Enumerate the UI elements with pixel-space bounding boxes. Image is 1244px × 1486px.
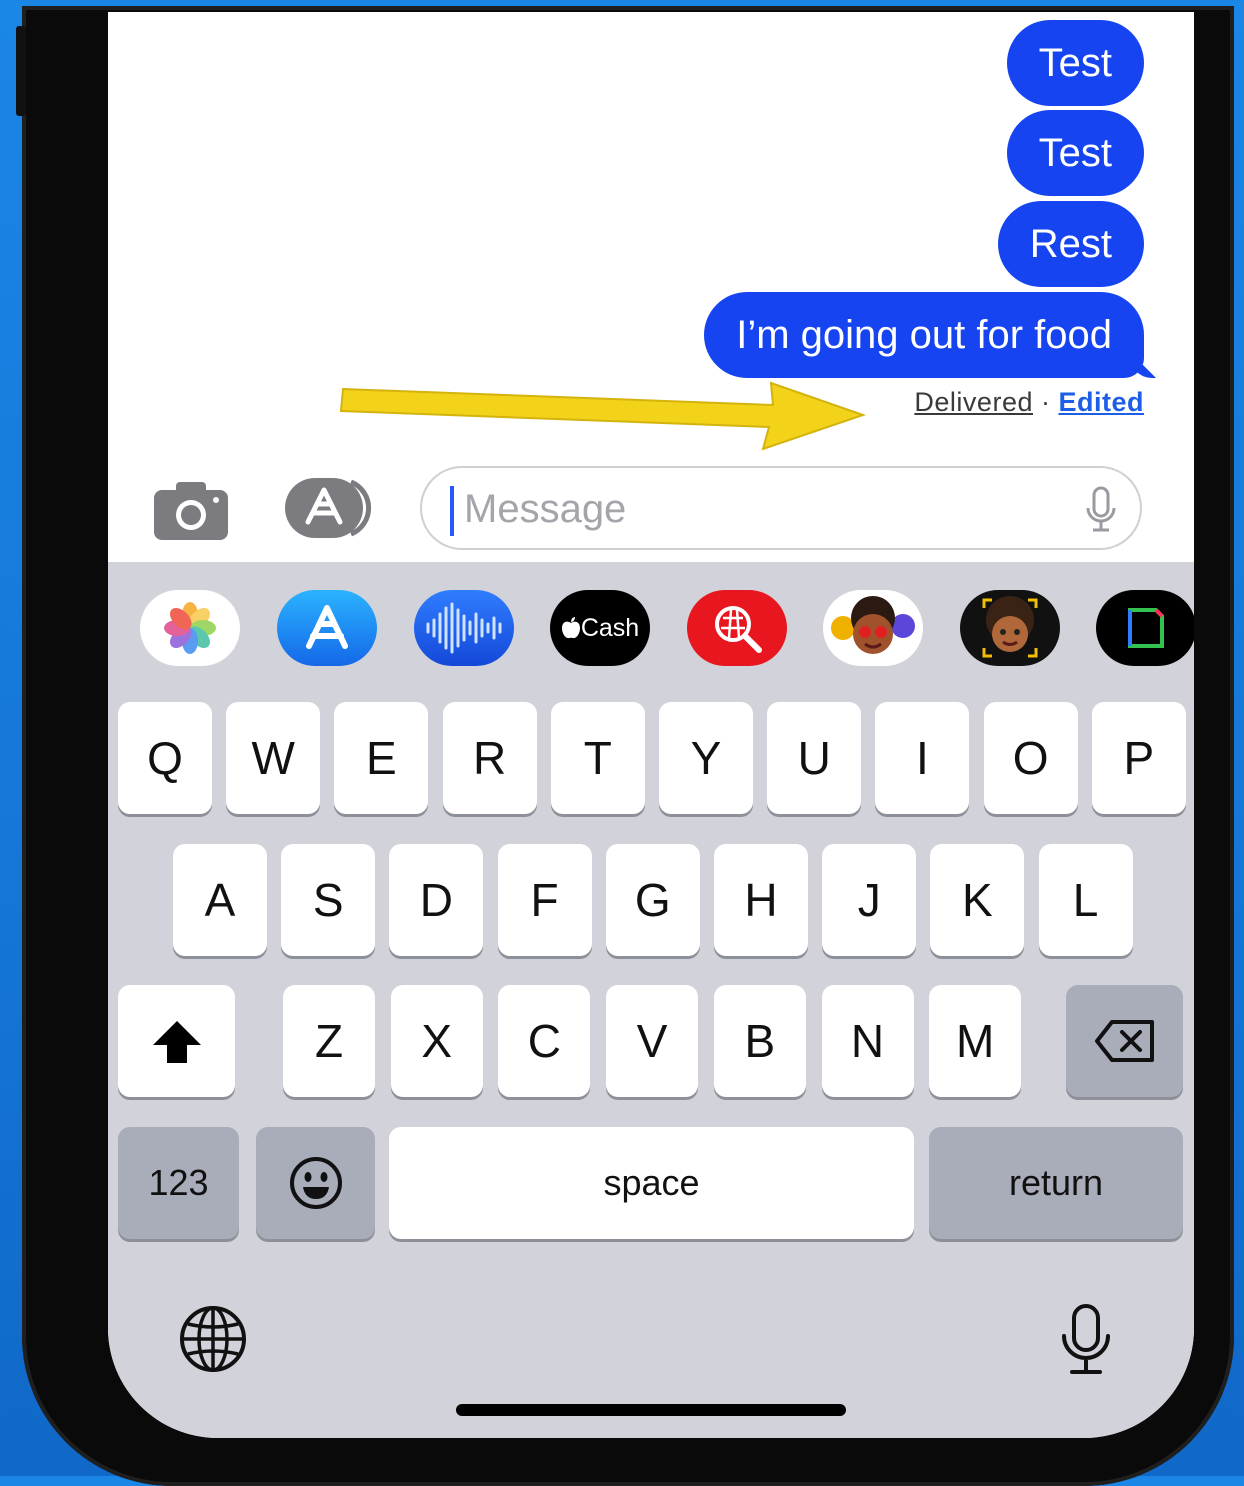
dictation-mic-icon[interactable]	[1084, 486, 1118, 534]
space-key[interactable]: space	[389, 1127, 914, 1239]
app-memoji[interactable]	[960, 590, 1060, 666]
app-images-search[interactable]	[687, 590, 787, 666]
key-f[interactable]: F	[497, 844, 592, 956]
apple-logo-icon	[561, 617, 580, 639]
key-g[interactable]: G	[605, 844, 700, 956]
key-h[interactable]: H	[714, 844, 808, 956]
memoji-stickers-icon	[831, 596, 915, 654]
message-bubble[interactable]: I’m going out for food	[704, 292, 1144, 378]
app-digital-touch[interactable]	[1096, 590, 1194, 666]
app-photos[interactable]	[140, 590, 240, 666]
delivery-status: Delivered · Edited	[914, 387, 1144, 418]
key-s[interactable]: S	[281, 844, 376, 956]
message-text: Rest	[1029, 222, 1112, 266]
memoji-icon	[982, 596, 1038, 658]
message-field[interactable]	[420, 466, 1142, 550]
backspace-icon	[1094, 1020, 1154, 1062]
digital-touch-icon	[1128, 608, 1164, 648]
app-apple-cash[interactable]: Cash	[550, 590, 650, 666]
dictation-mic-icon[interactable]	[1058, 1302, 1114, 1378]
key-v[interactable]: V	[606, 985, 699, 1097]
phone-frame: Test Test Rest I’m going out for food De…	[16, 6, 1234, 1486]
camera-button[interactable]	[152, 478, 230, 547]
shift-arrow-icon	[152, 1021, 201, 1063]
camera-icon	[154, 482, 228, 540]
imessage-app-drawer: Cash	[108, 562, 1194, 692]
key-a[interactable]: A	[173, 844, 267, 956]
edited-link[interactable]: Edited	[1058, 387, 1144, 417]
shift-key[interactable]	[118, 985, 235, 1097]
apps-button[interactable]	[283, 476, 379, 545]
compose-bar	[108, 462, 1194, 562]
key-c[interactable]: C	[498, 985, 591, 1097]
status-separator: ·	[1040, 387, 1051, 417]
globe-icon[interactable]	[178, 1304, 248, 1374]
numbers-key[interactable]: 123	[118, 1127, 239, 1239]
key-b[interactable]: B	[713, 985, 806, 1097]
key-r[interactable]: R	[442, 702, 537, 814]
delete-key[interactable]	[1066, 985, 1183, 1097]
app-audio[interactable]	[414, 590, 514, 666]
key-y[interactable]: Y	[659, 702, 753, 814]
message-bubble[interactable]: Rest	[997, 201, 1144, 287]
key-j[interactable]: J	[822, 844, 917, 956]
key-i[interactable]: I	[875, 702, 970, 814]
delivered-label: Delivered	[914, 387, 1033, 417]
key-n[interactable]: N	[821, 985, 914, 1097]
audio-waveform-icon	[426, 602, 502, 654]
app-memoji-stickers[interactable]	[823, 590, 923, 666]
message-bubble[interactable]: Test	[1006, 110, 1144, 196]
key-k[interactable]: K	[930, 844, 1025, 956]
annotation-arrow-icon	[339, 381, 867, 451]
key-m[interactable]: M	[929, 985, 1022, 1097]
message-text: I’m going out for food	[736, 313, 1112, 357]
emoji-key[interactable]	[256, 1127, 375, 1239]
home-indicator	[456, 1404, 846, 1416]
key-z[interactable]: Z	[283, 985, 375, 1097]
key-t[interactable]: T	[550, 702, 645, 814]
messages-screen: Test Test Rest I’m going out for food De…	[108, 12, 1194, 1438]
keyboard: Cash Q W E R T Y U I O P A S D F G H J K…	[108, 562, 1194, 1438]
return-key[interactable]: return	[929, 1127, 1183, 1239]
emoji-icon	[289, 1157, 342, 1209]
key-p[interactable]: P	[1091, 702, 1186, 814]
message-text: Test	[1038, 131, 1112, 175]
key-x[interactable]: X	[390, 985, 483, 1097]
key-d[interactable]: D	[389, 844, 484, 956]
key-w[interactable]: W	[226, 702, 321, 814]
app-store-app[interactable]	[277, 590, 377, 666]
message-bubble[interactable]: Test	[1006, 20, 1144, 106]
globe-search-icon	[715, 606, 762, 653]
message-text: Test	[1038, 41, 1112, 85]
message-input[interactable]	[462, 468, 1026, 550]
cash-label: Cash	[580, 613, 640, 642]
key-u[interactable]: U	[767, 702, 862, 814]
text-caret	[450, 486, 454, 536]
key-l[interactable]: L	[1038, 844, 1133, 956]
key-o[interactable]: O	[983, 702, 1078, 814]
photos-icon	[164, 602, 216, 654]
key-q[interactable]: Q	[118, 702, 212, 814]
key-e[interactable]: E	[334, 702, 429, 814]
app-store-icon	[285, 478, 372, 538]
app-store-icon	[306, 605, 348, 649]
